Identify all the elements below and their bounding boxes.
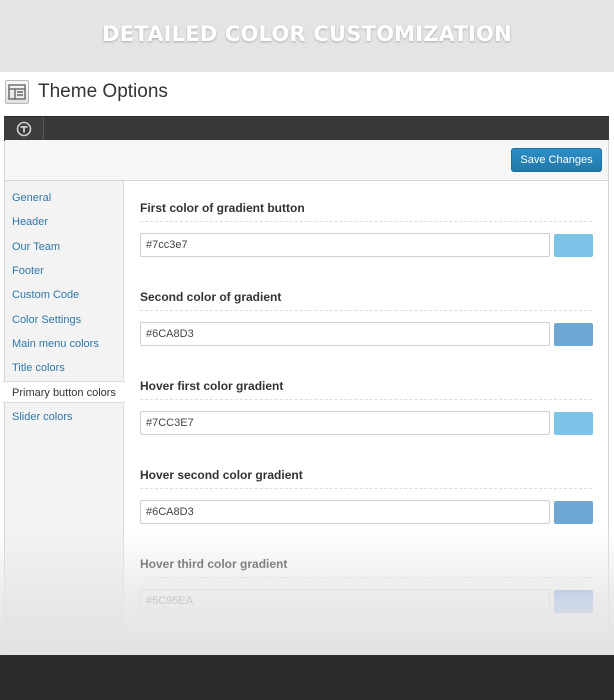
sidebar-item-custom-code[interactable]: Custom Code: [5, 284, 124, 306]
page-header: Theme Options: [0, 72, 614, 116]
color-input[interactable]: [140, 589, 550, 613]
sidebar-item-footer[interactable]: Footer: [5, 260, 124, 282]
save-changes-button[interactable]: Save Changes: [511, 148, 602, 172]
field-label: Second color of gradient: [140, 290, 282, 304]
color-input[interactable]: [140, 322, 550, 346]
color-swatch[interactable]: [554, 323, 593, 346]
sidebar-item-general[interactable]: General: [5, 187, 124, 209]
page-title: Theme Options: [38, 81, 168, 102]
sidebar-item-slider-colors[interactable]: Slider colors: [5, 406, 124, 428]
field-label: First color of gradient button: [140, 201, 305, 215]
field-label: Hover first color gradient: [140, 379, 284, 393]
color-swatch[interactable]: [554, 234, 593, 257]
sidebar-item-primary-button-colors[interactable]: Primary button colors: [3, 381, 125, 403]
sidebar-item-main-menu-colors[interactable]: Main menu colors: [5, 333, 124, 355]
field-divider: [140, 310, 592, 311]
color-input[interactable]: [140, 411, 550, 435]
color-swatch[interactable]: [554, 501, 593, 524]
field-divider: [140, 488, 592, 489]
options-content: First color of gradient button Second co…: [125, 181, 608, 651]
field-divider: [140, 577, 592, 578]
options-panel: Save Changes General Header Our Team Foo…: [3, 116, 609, 655]
theme-logo-icon: [16, 121, 32, 137]
panel-header-bar: [4, 116, 609, 141]
theme-options-icon: [5, 80, 29, 104]
color-input[interactable]: [140, 500, 550, 524]
field-label: Hover third color gradient: [140, 557, 288, 571]
banner-title: DETAILED COLOR CUSTOMIZATION: [102, 22, 512, 46]
promo-banner: DETAILED COLOR CUSTOMIZATION: [0, 0, 614, 72]
footer-bar: [0, 655, 614, 700]
field-divider: [140, 399, 592, 400]
sidebar-item-color-settings[interactable]: Color Settings: [5, 309, 124, 331]
color-swatch[interactable]: [554, 412, 593, 435]
color-input[interactable]: [140, 233, 550, 257]
field-divider: [140, 221, 592, 222]
color-swatch[interactable]: [554, 590, 593, 613]
options-sidebar: General Header Our Team Footer Custom Co…: [3, 181, 125, 651]
sidebar-item-our-team[interactable]: Our Team: [5, 236, 124, 258]
field-label: Hover second color gradient: [140, 468, 303, 482]
theme-logo-tab[interactable]: [4, 117, 44, 141]
save-bar: Save Changes: [5, 140, 608, 181]
admin-page: Theme Options Save Changes General Heade…: [0, 72, 614, 655]
sidebar-item-header[interactable]: Header: [5, 211, 124, 233]
sidebar-item-title-colors[interactable]: Title colors: [5, 357, 124, 379]
